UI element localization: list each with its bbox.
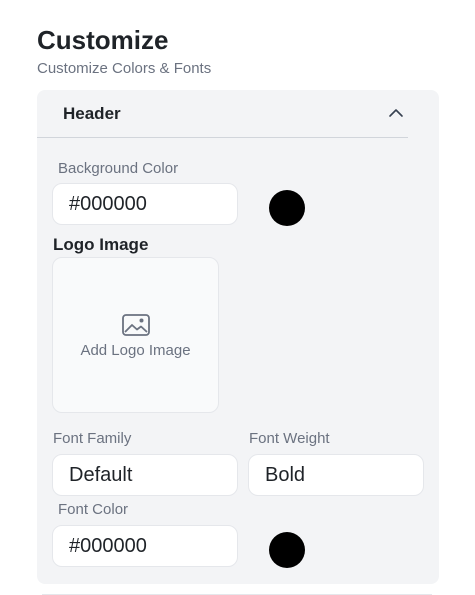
page-title: Customize <box>37 25 169 55</box>
background-color-swatch[interactable] <box>269 190 305 226</box>
font-color-input[interactable]: #000000 <box>52 525 238 567</box>
font-color-label: Font Color <box>58 501 129 518</box>
font-weight-select[interactable]: Bold <box>248 454 424 496</box>
header-section-toggle[interactable]: Header <box>37 90 408 138</box>
header-settings-panel: Header Background Color #000000 Logo Ima… <box>37 90 439 584</box>
font-weight-label: Font Weight <box>249 430 330 447</box>
chevron-up-icon[interactable] <box>388 105 404 121</box>
background-color-input[interactable]: #000000 <box>52 183 238 225</box>
section-title: Header <box>63 104 121 123</box>
background-color-label: Background Color <box>58 160 179 177</box>
image-icon <box>122 314 150 336</box>
logo-image-label: Logo Image <box>53 235 149 254</box>
font-family-select[interactable]: Default <box>52 454 238 496</box>
page-subtitle: Customize Colors & Fonts <box>37 60 212 77</box>
upload-logo-text: Add Logo Image <box>80 342 191 359</box>
font-color-swatch[interactable] <box>269 532 305 568</box>
font-family-label: Font Family <box>53 430 132 447</box>
logo-upload-dropzone[interactable]: Add Logo Image <box>52 257 219 413</box>
